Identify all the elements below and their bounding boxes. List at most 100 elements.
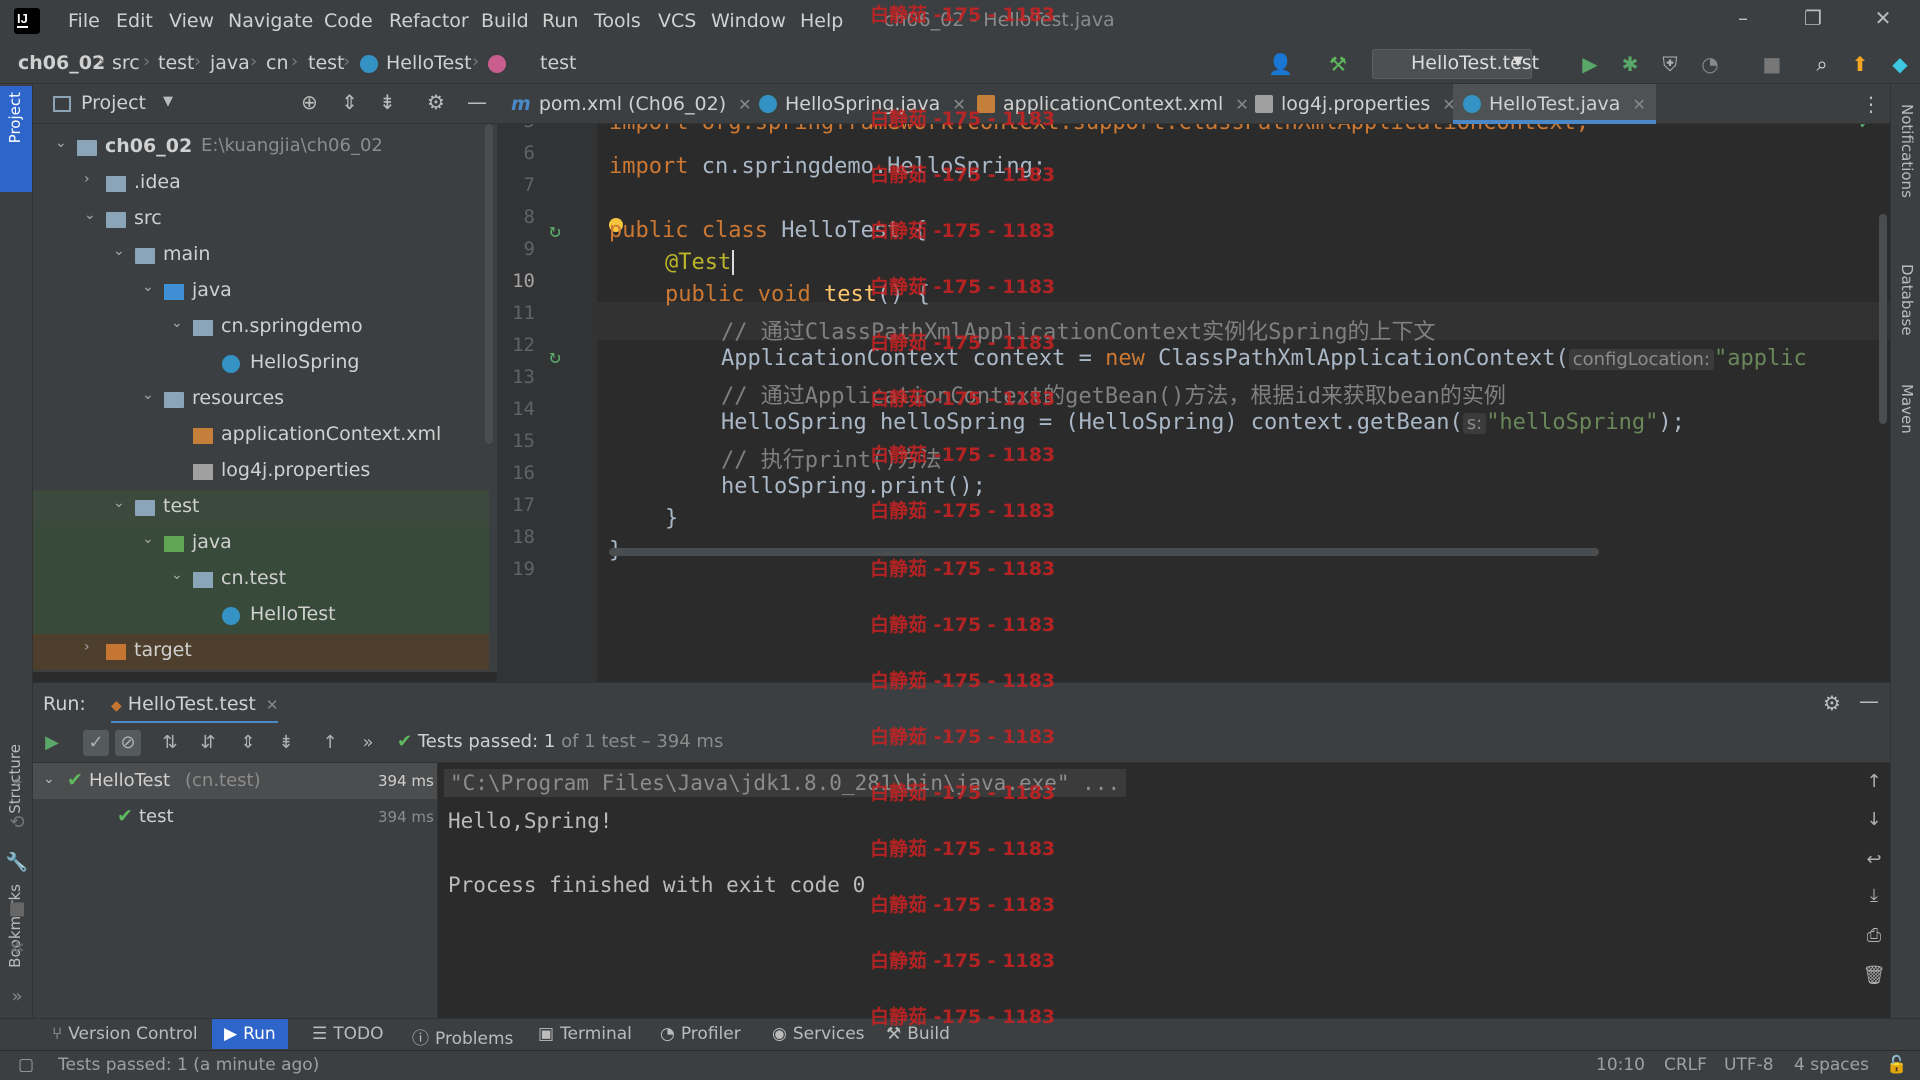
breadcrumb-test-package[interactable]: test [308, 52, 345, 74]
chevron-right-icon[interactable]: › [84, 171, 100, 187]
scroll-up-icon[interactable]: ↑ [1861, 769, 1887, 795]
chevron-right-icon[interactable]: › [84, 639, 100, 655]
collapse-all-icon[interactable]: ⇟ [379, 90, 396, 114]
breadcrumb-class[interactable]: HelloTest [386, 52, 472, 74]
layout-icon[interactable]: ▢ [18, 1055, 34, 1075]
project-scrollbar[interactable] [485, 124, 493, 444]
close-window-icon[interactable]: ✕ [1868, 6, 1898, 36]
toolwindow-todo[interactable]: ☰ TODO [312, 1024, 384, 1044]
toolwindow-services[interactable]: ◉ Services [772, 1024, 865, 1044]
menu-window[interactable]: Window [711, 10, 786, 32]
more-icon[interactable]: » [355, 730, 381, 756]
test-row-selected[interactable]: ⌄ ✔ HelloTest (cn.test) 394 ms [33, 763, 437, 799]
run-test-gutter-icon[interactable]: ↻ [549, 344, 561, 368]
breadcrumb-project[interactable]: ch06_02 [18, 52, 105, 74]
tab-hellotest-java[interactable]: HelloTest.java ✕ [1453, 84, 1656, 124]
restore-icon[interactable]: ❐ [1798, 6, 1828, 36]
code-editor[interactable]: 5 6 7 8 9 10 11 12 13 14 15 16 17 18 19 ↻ ↻ import org… [497, 124, 1890, 682]
project-tree-item[interactable]: ⌄ resources [33, 382, 489, 418]
profile-icon[interactable]: ◔ [1698, 52, 1722, 76]
test-row[interactable]: ✔ test 394 ms [33, 799, 437, 835]
tab-hellospring-java[interactable]: HelloSpring.java ✕ [759, 84, 966, 124]
locate-icon[interactable]: ⊕ [301, 90, 318, 114]
project-tree-item[interactable]: › .idea [33, 166, 489, 202]
project-tree-item[interactable]: › target [33, 634, 489, 670]
console-output[interactable]: "C:\Program Files\Java\jdk1.8.0_281\bin\… [438, 763, 1858, 1019]
tab-pom-xml[interactable]: m pom.xml (Ch06_02) ✕ [511, 84, 752, 124]
menu-vcs[interactable]: VCS [658, 10, 696, 32]
close-tab-icon[interactable]: ✕ [738, 95, 751, 114]
tab-applicationcontext-xml[interactable]: applicationContext.xml ✕ [977, 84, 1249, 124]
soft-wrap-icon[interactable]: ↩ [1861, 847, 1887, 873]
intellij-logo-icon[interactable] [11, 5, 43, 37]
more-icon[interactable]: » [4, 984, 30, 1010]
menu-file[interactable]: File [68, 10, 100, 32]
indent-setting[interactable]: 4 spaces [1794, 1055, 1869, 1075]
menu-view[interactable]: View [169, 10, 214, 32]
show-ignored-icon[interactable]: ⊘ [115, 730, 141, 756]
run-test-gutter-icon[interactable]: ↻ [549, 218, 561, 242]
project-tree-item[interactable]: log4j.properties [33, 454, 489, 490]
menu-build[interactable]: Build [481, 10, 529, 32]
trash-icon[interactable]: 🗑 [1861, 963, 1887, 989]
menu-code[interactable]: Code [324, 10, 373, 32]
menu-run[interactable]: Run [542, 10, 578, 32]
breadcrumb-method[interactable]: test [540, 52, 577, 74]
chevron-down-icon[interactable]: ⌄ [142, 387, 158, 403]
minimize-icon[interactable]: – [1728, 6, 1758, 36]
close-tab-icon[interactable]: ✕ [266, 696, 279, 714]
notifications-tool-tab[interactable]: Notifications [1898, 104, 1916, 198]
sort-alpha-icon[interactable]: ⇅ [157, 730, 183, 756]
menu-help[interactable]: Help [800, 10, 843, 32]
search-icon[interactable]: ⌕ [1810, 52, 1834, 76]
chevron-down-icon[interactable]: ⌄ [113, 495, 129, 511]
hide-panel-icon[interactable]: — [467, 90, 487, 114]
chevron-down-icon[interactable]: ⌄ [43, 771, 55, 787]
file-encoding[interactable]: UTF-8 [1724, 1055, 1774, 1075]
run-icon[interactable]: ▶ [1578, 52, 1602, 76]
user-icon[interactable]: 👤 [1268, 52, 1293, 76]
run-configuration-select[interactable]: HelloTest.test ▼ [1372, 49, 1539, 79]
maven-tool-tab[interactable]: Maven [1898, 384, 1916, 434]
chevron-down-icon[interactable]: ⌄ [171, 315, 187, 331]
project-tree-item[interactable]: ⌄ ch06_02 E:\kuangjia\ch06_02 [33, 130, 489, 166]
tab-log4j-properties[interactable]: log4j.properties ✕ [1255, 84, 1456, 124]
editor-horizontal-scrollbar[interactable] [609, 548, 1599, 556]
chevron-down-icon[interactable]: ⌄ [113, 243, 129, 259]
menu-navigate[interactable]: Navigate [228, 10, 313, 32]
expand-all-icon[interactable]: ⇕ [341, 90, 358, 114]
toolwindow-profiler[interactable]: ◔ Profiler [660, 1024, 741, 1044]
restore-layout-icon[interactable]: ⟲ [4, 810, 30, 836]
menu-tools[interactable]: Tools [594, 10, 641, 32]
previous-failed-icon[interactable]: ↑ [317, 730, 343, 756]
print-icon[interactable]: ⎙ [1861, 923, 1887, 949]
chevron-down-icon[interactable]: ⌄ [55, 135, 71, 151]
more-tabs-icon[interactable]: ⋮ [1861, 92, 1881, 116]
collapse-all-icon[interactable]: ⇟ [273, 730, 299, 756]
plugin-icon[interactable]: ◆ [1888, 52, 1912, 76]
project-tree-item[interactable]: ⌄ test [33, 490, 489, 526]
line-separator[interactable]: CRLF [1664, 1055, 1707, 1075]
scroll-to-end-icon[interactable]: ⤓ [1861, 883, 1887, 909]
rerun-icon[interactable]: ▶ [39, 730, 65, 756]
project-tree-item[interactable]: ⌄ java [33, 274, 489, 310]
gear-icon[interactable]: ⚙ [1823, 691, 1841, 715]
chevron-down-icon[interactable]: ⌄ [171, 567, 187, 583]
sort-duration-icon[interactable]: ⇵ [195, 730, 221, 756]
database-tool-tab[interactable]: Database [1898, 264, 1916, 336]
stop-icon[interactable]: ■ [1760, 52, 1784, 76]
project-tree-item[interactable]: applicationContext.xml [33, 418, 489, 454]
expand-all-icon[interactable]: ⇕ [235, 730, 261, 756]
close-tab-icon[interactable]: ✕ [1235, 95, 1248, 114]
project-tree-item[interactable]: ⌄ cn.test [33, 562, 489, 598]
stop-icon[interactable]: ■ [4, 896, 30, 922]
update-icon[interactable]: ⬆ [1848, 52, 1872, 76]
toolwindow-build[interactable]: ⚒ Build [886, 1024, 950, 1044]
menu-edit[interactable]: Edit [116, 10, 153, 32]
editor-vertical-scrollbar[interactable] [1879, 214, 1887, 424]
show-passed-icon[interactable]: ✓ [83, 730, 109, 756]
chevron-down-icon[interactable]: ⌄ [84, 207, 100, 223]
breadcrumb-src[interactable]: src [112, 52, 140, 74]
chevron-down-icon[interactable]: ⌄ [142, 531, 158, 547]
breadcrumb-cn[interactable]: cn [266, 52, 289, 74]
